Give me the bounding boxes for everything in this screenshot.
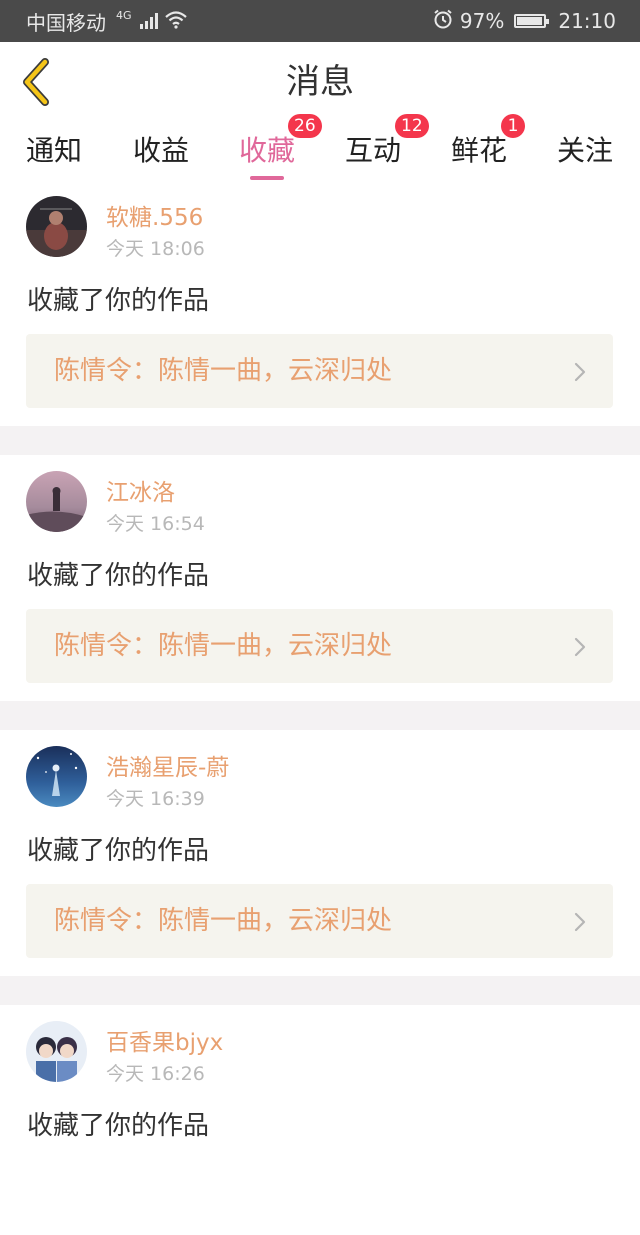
work-title: 陈情令：陈情一曲，云深归处	[54, 906, 393, 936]
tab-flowers[interactable]: 鲜花 1	[434, 114, 525, 180]
divider	[0, 976, 640, 1005]
timestamp: 今天 18:06	[106, 238, 205, 260]
tab-bar: 通知 收益 收藏 26 互动 12 鲜花 1 关注	[0, 114, 640, 180]
battery-percent: 97%	[459, 9, 505, 33]
username[interactable]: 百香果bjyx	[106, 1023, 223, 1057]
tab-label: 鲜花	[450, 134, 507, 167]
page-title: 消息	[286, 62, 354, 102]
username[interactable]: 软糖.556	[106, 198, 203, 232]
alarm-icon	[432, 8, 454, 35]
network-type: 4G	[116, 8, 132, 22]
message-card: 江冰洛 今天 16:54 收藏了你的作品 陈情令：陈情一曲，云深归处	[0, 455, 640, 701]
clock: 21:10	[558, 9, 616, 33]
chevron-right-icon	[574, 362, 586, 382]
tab-label: 互动	[344, 134, 401, 167]
tab-earnings[interactable]: 收益	[116, 122, 206, 180]
tab-follow[interactable]: 关注	[540, 122, 630, 180]
status-bar-right: 97% 21:10	[432, 8, 616, 35]
status-bar-left: 中国移动 4G	[26, 7, 188, 36]
avatar[interactable]	[26, 746, 87, 807]
chevron-right-icon	[574, 912, 586, 932]
message-card: 软糖.556 今天 18:06 收藏了你的作品 陈情令：陈情一曲，云深归处	[0, 180, 640, 426]
tab-favorites[interactable]: 收藏 26	[222, 114, 322, 180]
work-title: 陈情令：陈情一曲，云深归处	[54, 631, 393, 661]
avatar[interactable]	[26, 196, 87, 257]
message-card: 浩瀚星辰-蔚 今天 16:39 收藏了你的作品 陈情令：陈情一曲，云深归处	[0, 730, 640, 976]
tab-badge: 26	[288, 114, 322, 138]
chevron-right-icon	[574, 637, 586, 657]
tab-badge: 12	[395, 114, 429, 138]
header-bar: 消息	[0, 42, 640, 123]
message-text: 收藏了你的作品	[27, 286, 210, 316]
avatar[interactable]	[26, 1021, 87, 1082]
tab-interaction[interactable]: 互动 12	[328, 114, 429, 180]
wifi-icon	[164, 9, 188, 34]
avatar[interactable]	[26, 471, 87, 532]
username[interactable]: 江冰洛	[106, 473, 175, 507]
work-title: 陈情令：陈情一曲，云深归处	[54, 356, 393, 386]
message-list: 软糖.556 今天 18:06 收藏了你的作品 陈情令：陈情一曲，云深归处 江冰…	[0, 180, 640, 1235]
message-text: 收藏了你的作品	[27, 836, 210, 866]
message-card: 百香果bjyx 今天 16:26 收藏了你的作品	[0, 1005, 640, 1235]
signal-icon	[139, 13, 158, 29]
tab-notice[interactable]: 通知	[9, 122, 99, 180]
timestamp: 今天 16:39	[106, 788, 205, 810]
tab-label: 收藏	[238, 134, 295, 167]
message-text: 收藏了你的作品	[27, 1111, 210, 1141]
work-link[interactable]: 陈情令：陈情一曲，云深归处	[26, 334, 613, 408]
work-link[interactable]: 陈情令：陈情一曲，云深归处	[26, 884, 613, 958]
work-link[interactable]: 陈情令：陈情一曲，云深归处	[26, 609, 613, 683]
tab-label: 通知	[25, 134, 82, 167]
tab-badge: 1	[501, 114, 525, 138]
divider	[0, 426, 640, 455]
tab-label: 收益	[132, 134, 189, 167]
battery-icon	[514, 14, 550, 28]
message-text: 收藏了你的作品	[27, 561, 210, 591]
divider	[0, 701, 640, 730]
tab-label: 关注	[556, 134, 613, 167]
timestamp: 今天 16:26	[106, 1063, 205, 1085]
timestamp: 今天 16:54	[106, 513, 205, 535]
carrier-name: 中国移动	[26, 10, 106, 35]
status-bar: 中国移动 4G 97% 21:10	[0, 0, 640, 42]
username[interactable]: 浩瀚星辰-蔚	[106, 748, 229, 782]
